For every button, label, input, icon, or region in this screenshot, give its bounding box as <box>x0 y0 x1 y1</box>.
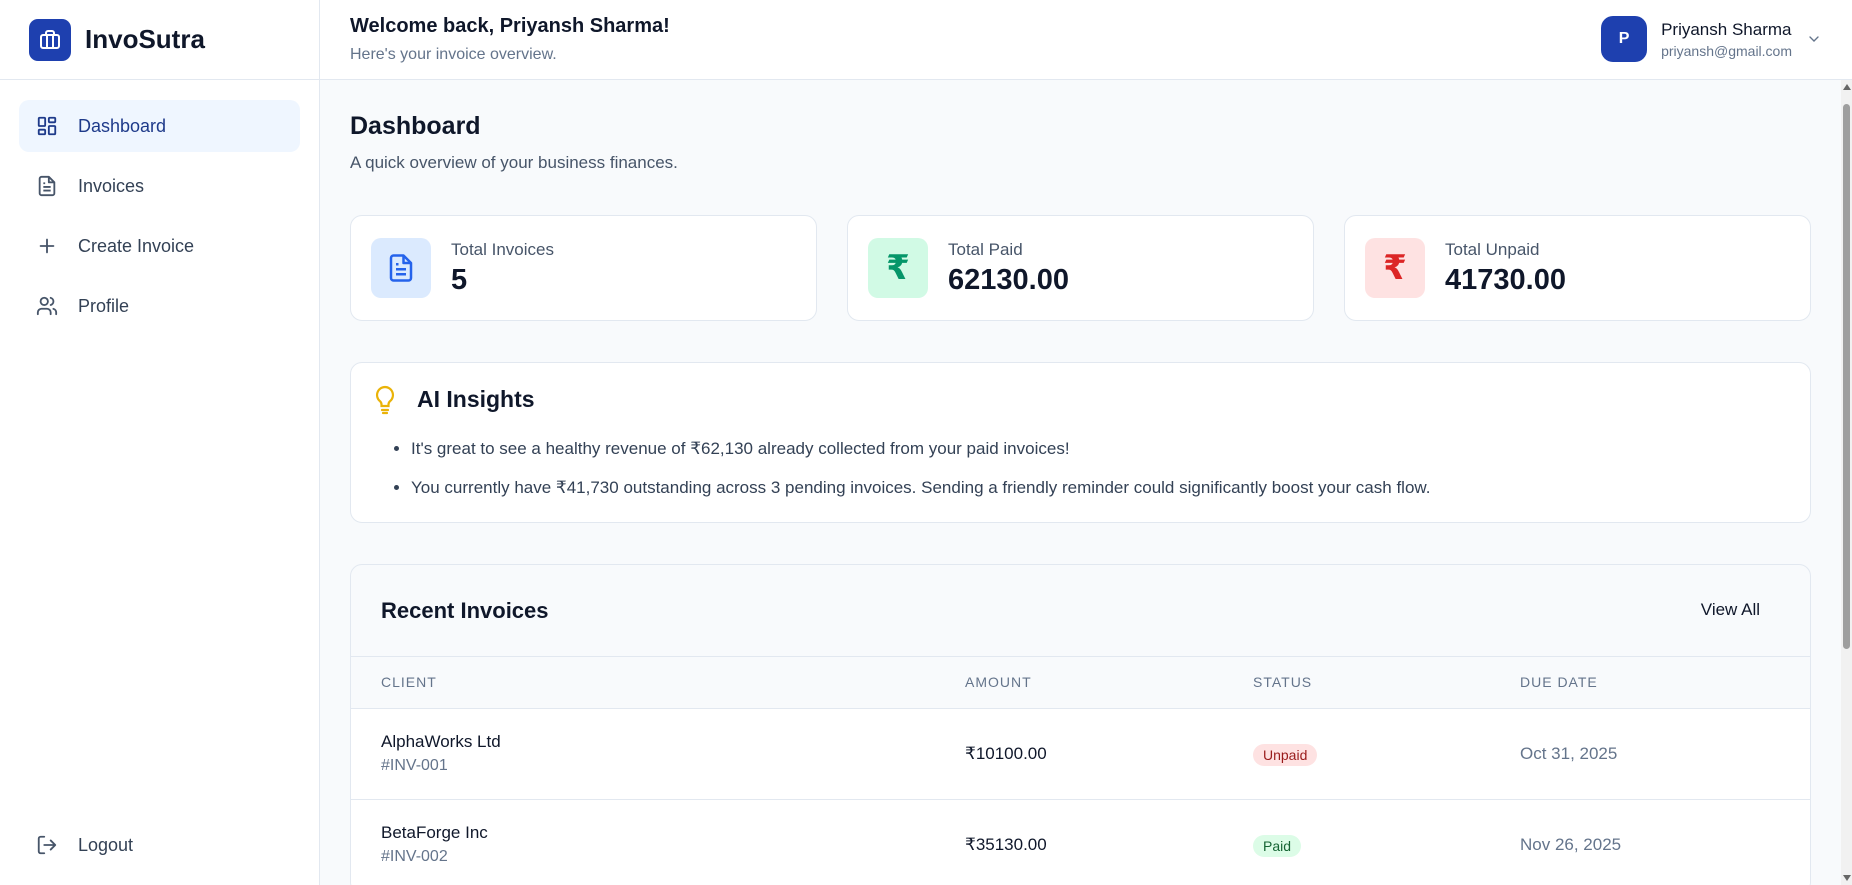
table-row[interactable]: AlphaWorks Ltd #INV-001 ₹10100.00 Unpaid… <box>351 709 1810 800</box>
stat-label: Total Invoices <box>451 240 554 259</box>
insight-item: It's great to see a healthy revenue of ₹… <box>411 439 1430 478</box>
brand-name: InvoSutra <box>85 24 205 54</box>
client-name: AlphaWorks Ltd <box>381 732 501 751</box>
user-email: priyansh@gmail.com <box>1661 42 1792 59</box>
stat-card-total-paid: ₹ Total Paid 62130.00 <box>847 215 1314 321</box>
stat-label: Total Unpaid <box>1445 240 1540 259</box>
column-header-status: STATUS <box>1253 674 1313 690</box>
insights-title: AI Insights <box>417 386 535 412</box>
chevron-down-icon[interactable] <box>1806 31 1822 47</box>
recent-invoices-panel: Recent Invoices View All CLIENT AMOUNT S… <box>350 564 1811 885</box>
user-menu[interactable]: P Priyansh Sharma priyansh@gmail.com <box>1601 16 1822 62</box>
users-icon <box>35 294 59 318</box>
document-icon <box>35 174 59 198</box>
stat-value: 5 <box>451 264 468 296</box>
logout-label: Logout <box>78 834 134 855</box>
scroll-down-arrow[interactable] <box>1843 875 1851 881</box>
sidebar-item-profile[interactable]: Profile <box>19 280 300 332</box>
stats-cards: Total Invoices 5 ₹ Total Paid 62130.00 ₹… <box>350 215 1811 321</box>
column-header-due-date: DUE DATE <box>1520 674 1598 690</box>
rupee-icon: ₹ <box>868 238 928 298</box>
document-icon <box>371 238 431 298</box>
scroll-thumb[interactable] <box>1843 104 1850 649</box>
logout-button[interactable]: Logout <box>19 819 300 871</box>
client-name: BetaForge Inc <box>381 823 488 842</box>
stat-card-total-invoices: Total Invoices 5 <box>350 215 817 321</box>
stat-label: Total Paid <box>948 240 1023 259</box>
avatar: P <box>1601 16 1648 62</box>
column-header-client: CLIENT <box>381 674 437 690</box>
vertical-scrollbar[interactable] <box>1841 80 1852 885</box>
sidebar: InvoSutra Dashboard Invoices Create Invo… <box>0 0 320 885</box>
lightbulb-icon <box>373 385 397 415</box>
due-date: Oct 31, 2025 <box>1520 744 1618 763</box>
recent-invoices-title: Recent Invoices <box>381 598 549 623</box>
scroll-up-arrow[interactable] <box>1843 84 1851 90</box>
brand[interactable]: InvoSutra <box>0 0 319 80</box>
sidebar-item-label: Create Invoice <box>78 235 195 256</box>
sidebar-item-create-invoice[interactable]: Create Invoice <box>19 220 300 272</box>
rupee-icon: ₹ <box>1365 238 1425 298</box>
ai-insights-panel: AI Insights It's great to see a healthy … <box>350 362 1811 523</box>
view-all-link[interactable]: View All <box>1701 600 1760 620</box>
page-title: Dashboard <box>350 112 481 140</box>
sidebar-item-label: Invoices <box>78 175 145 196</box>
stat-value: 41730.00 <box>1445 264 1566 296</box>
invoice-id: #INV-002 <box>381 848 448 865</box>
top-header: Welcome back, Priyansh Sharma! Here's yo… <box>320 0 1852 80</box>
insight-item: You currently have ₹41,730 outstanding a… <box>411 478 1430 517</box>
briefcase-icon <box>29 18 71 61</box>
status-badge: Unpaid <box>1253 744 1318 766</box>
sidebar-item-label: Profile <box>78 295 130 316</box>
invoice-id: #INV-001 <box>381 757 448 774</box>
invoice-amount: ₹35130.00 <box>965 835 1047 854</box>
stat-value: 62130.00 <box>948 264 1069 296</box>
plus-icon <box>35 234 59 258</box>
welcome-subtitle: Here's your invoice overview. <box>350 46 557 63</box>
sidebar-item-invoices[interactable]: Invoices <box>19 160 300 212</box>
page-subtitle: A quick overview of your business financ… <box>350 153 678 172</box>
invoice-amount: ₹10100.00 <box>965 744 1047 763</box>
column-header-amount: AMOUNT <box>965 674 1032 690</box>
table-row[interactable]: BetaForge Inc #INV-002 ₹35130.00 Paid No… <box>351 800 1810 885</box>
stat-card-total-unpaid: ₹ Total Unpaid 41730.00 <box>1344 215 1811 321</box>
insights-list: It's great to see a healthy revenue of ₹… <box>411 439 1430 517</box>
welcome-title: Welcome back, Priyansh Sharma! <box>350 15 670 37</box>
sidebar-item-dashboard[interactable]: Dashboard <box>19 100 300 152</box>
dashboard-icon <box>35 114 59 138</box>
sidebar-item-label: Dashboard <box>78 115 167 136</box>
sidebar-nav: Dashboard Invoices Create Invoice Profil… <box>0 80 319 332</box>
table-header: CLIENT AMOUNT STATUS DUE DATE <box>351 657 1810 709</box>
logout-icon <box>35 833 59 857</box>
due-date: Nov 26, 2025 <box>1520 835 1622 854</box>
status-badge: Paid <box>1253 835 1302 857</box>
user-name: Priyansh Sharma <box>1661 19 1792 39</box>
